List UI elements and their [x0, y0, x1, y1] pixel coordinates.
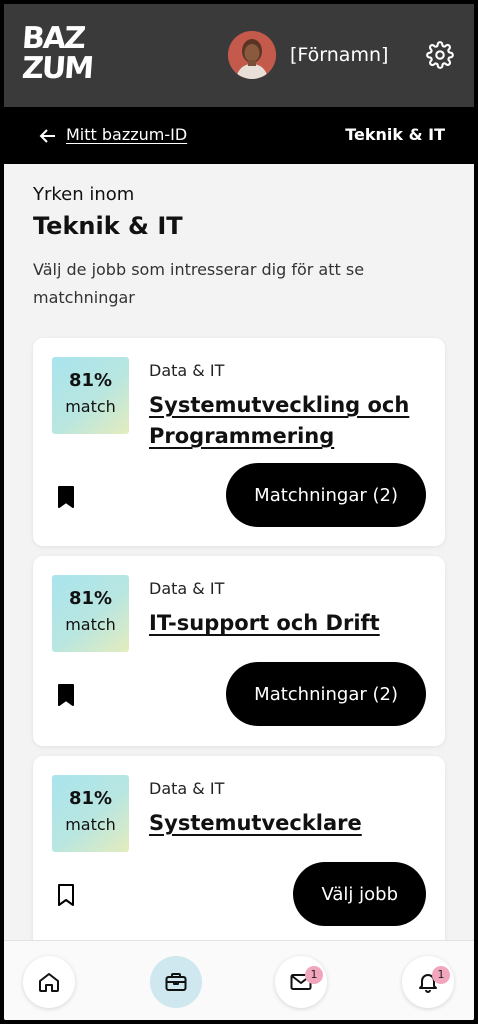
- breadcrumb-bar: Mitt bazzum-ID Teknik & IT: [4, 107, 474, 164]
- match-percent: 81%: [68, 788, 113, 809]
- match-badge: 81% match: [52, 575, 129, 652]
- matches-button[interactable]: Matchningar (2): [226, 662, 426, 726]
- bookmark-filled-icon[interactable]: [57, 485, 75, 509]
- match-label: match: [65, 815, 116, 834]
- nav-notifications-button[interactable]: 1: [402, 956, 454, 1008]
- home-icon: [39, 973, 59, 992]
- nav-messages-button[interactable]: 1: [275, 956, 327, 1008]
- job-card: 81% match Data & IT Systemutveckling och…: [33, 338, 445, 546]
- nav-jobs-button[interactable]: [150, 956, 202, 1008]
- logo-line-2: ZUM: [20, 51, 94, 86]
- job-card: 81% match Data & IT IT-support och Drift…: [33, 556, 445, 746]
- app-frame: BAZ ZUM [Förnamn] Mitt bazzum-ID Teknik …: [4, 4, 474, 1020]
- back-arrow-icon[interactable]: [38, 126, 58, 146]
- avatar-portrait: [228, 31, 276, 79]
- match-badge: 81% match: [52, 775, 129, 852]
- job-title-link[interactable]: Systemutvecklare: [149, 808, 419, 839]
- username[interactable]: [Förnamn]: [290, 44, 388, 66]
- briefcase-icon: [165, 973, 187, 991]
- match-label: match: [65, 397, 116, 416]
- match-percent: 81%: [68, 370, 113, 391]
- page-title: Teknik & IT: [33, 212, 183, 240]
- notifications-badge: 1: [432, 966, 450, 984]
- select-job-button[interactable]: Välj jobb: [293, 862, 426, 926]
- logo-line-1: BAZ: [20, 21, 86, 56]
- bazzum-logo[interactable]: BAZ ZUM: [20, 21, 94, 90]
- job-category: Data & IT: [149, 579, 225, 598]
- job-category: Data & IT: [149, 361, 225, 380]
- match-label: match: [65, 615, 116, 634]
- bookmark-outline-icon[interactable]: [57, 883, 75, 907]
- avatar[interactable]: [228, 31, 276, 79]
- job-title-link[interactable]: Systemutveckling och Programmering: [149, 390, 419, 452]
- bottom-navigation: 1 1: [4, 940, 474, 1020]
- nav-home-button[interactable]: [23, 956, 75, 1008]
- section-label: Teknik & IT: [345, 125, 445, 144]
- page-eyebrow: Yrken inom: [33, 184, 135, 205]
- matches-button[interactable]: Matchningar (2): [226, 463, 426, 527]
- messages-badge: 1: [305, 966, 323, 984]
- top-header: BAZ ZUM [Förnamn]: [4, 4, 474, 107]
- page-description: Välj de jobb som intresserar dig för att…: [33, 260, 365, 307]
- back-link[interactable]: Mitt bazzum-ID: [66, 125, 187, 144]
- job-title-link[interactable]: IT-support och Drift: [149, 608, 419, 639]
- match-badge: 81% match: [52, 357, 129, 434]
- job-category: Data & IT: [149, 779, 225, 798]
- bookmark-filled-icon[interactable]: [57, 683, 75, 707]
- settings-gear-icon[interactable]: [426, 41, 454, 69]
- match-percent: 81%: [68, 588, 113, 609]
- job-card: 81% match Data & IT Systemutvecklare Väl…: [33, 756, 445, 956]
